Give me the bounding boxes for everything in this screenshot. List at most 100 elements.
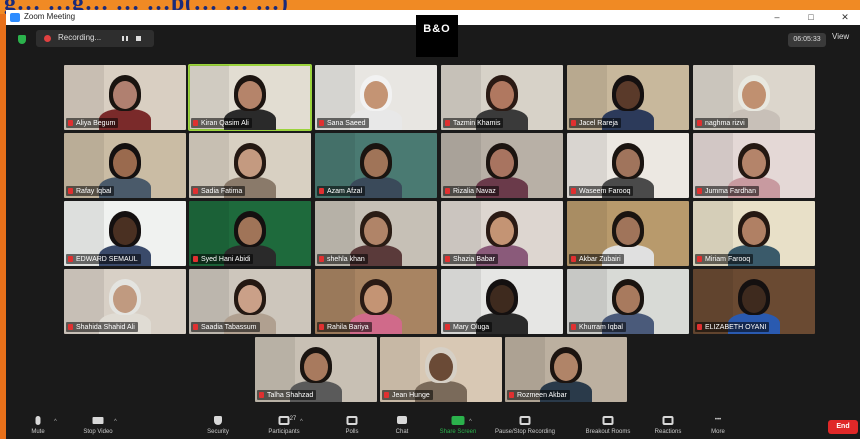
participant-tile[interactable]: Sana Saeed — [315, 65, 437, 130]
muted-mic-icon — [319, 324, 324, 330]
breakout-rooms-button[interactable]: Breakout Rooms — [576, 414, 640, 439]
participant-face — [616, 285, 640, 313]
muted-mic-icon — [697, 256, 702, 262]
participant-tile[interactable]: Kiran Qasim Ali — [188, 64, 312, 131]
participant-face — [490, 217, 514, 245]
muted-mic-icon — [697, 188, 702, 194]
microphone-icon — [35, 416, 41, 425]
microphone-button[interactable]: Mute — [16, 414, 60, 439]
participant-name: Saadia Tabassum — [201, 323, 257, 331]
more-button[interactable]: ••• More — [702, 414, 734, 439]
participant-face — [238, 217, 262, 245]
muted-mic-icon — [571, 324, 576, 330]
participant-tile[interactable]: Shazia Babar — [441, 201, 563, 266]
participant-face — [113, 285, 137, 313]
muted-mic-icon — [193, 188, 198, 194]
participant-tile[interactable]: Rafay Iqbal — [64, 133, 186, 198]
security-shield-icon[interactable] — [18, 35, 26, 44]
chevron-up-icon[interactable]: ^ — [469, 419, 472, 425]
participant-tile[interactable]: Waseem Farooq — [567, 133, 689, 198]
participant-nametag: Kiran Qasim Ali — [191, 118, 252, 128]
participant-nametag: Syed Hani Abidi — [191, 254, 254, 264]
participant-name: Jacel Rareja — [579, 119, 618, 127]
muted-mic-icon — [445, 324, 450, 330]
participant-tile[interactable]: Rizalia Navaz — [441, 133, 563, 198]
share-screen-icon — [451, 416, 465, 425]
participant-tile[interactable]: shehla khan — [315, 201, 437, 266]
participant-tile[interactable]: Talha Shahzad — [255, 337, 377, 402]
participant-tile[interactable]: Jumma Fardhan — [693, 133, 815, 198]
participant-tile[interactable]: Tazmin Khamis — [441, 65, 563, 130]
participant-tile[interactable]: Jacel Rareja — [567, 65, 689, 130]
chevron-up-icon[interactable]: ^ — [54, 419, 57, 425]
chevron-up-icon[interactable]: ^ — [300, 419, 303, 425]
end-meeting-button[interactable]: End — [828, 420, 858, 434]
participant-tile[interactable]: ELIZABETH OYANI — [693, 269, 815, 334]
polls-icon — [346, 416, 358, 425]
stop-recording-icon[interactable] — [136, 36, 141, 41]
participant-nametag: ELIZABETH OYANI — [695, 322, 770, 332]
polls-button[interactable]: Polls — [336, 414, 368, 439]
participant-tile[interactable]: EDWARD SEMAUL — [64, 201, 186, 266]
participant-name: Tazmin Khamis — [453, 119, 501, 127]
recording-indicator: Recording... — [36, 30, 154, 47]
recording-button[interactable]: Pause/Stop Recording — [488, 414, 562, 439]
participant-nametag: Aliya Begum — [66, 118, 119, 128]
participant-face — [490, 285, 514, 313]
participant-tile[interactable]: Rozmeen Akbar — [505, 337, 627, 402]
participant-face — [364, 285, 388, 313]
maximize-button[interactable]: □ — [800, 10, 822, 25]
muted-mic-icon — [384, 392, 389, 398]
participant-face — [616, 81, 640, 109]
chat-icon — [397, 416, 407, 424]
share-screen-button[interactable]: Share Screen — [430, 414, 486, 439]
pause-recording-icon[interactable] — [122, 36, 128, 41]
reactions-button[interactable]: Reactions — [645, 414, 691, 439]
participants-button[interactable]: 27 Participants — [256, 414, 312, 439]
participant-tile[interactable]: Aliya Begum — [64, 65, 186, 130]
view-button[interactable]: View — [832, 32, 849, 41]
shield-button[interactable]: Security — [196, 414, 240, 439]
participant-name: Sadia Fatima — [201, 187, 243, 195]
toolbar-label: Reactions — [654, 429, 682, 435]
minimize-button[interactable]: – — [766, 10, 788, 25]
participant-tile[interactable]: Khurram Iqbal — [567, 269, 689, 334]
close-button[interactable]: ✕ — [834, 10, 856, 25]
participant-tile[interactable]: Shahida Shahid Ali — [64, 269, 186, 334]
participant-face — [364, 149, 388, 177]
participant-name: Khurram Iqbal — [579, 323, 623, 331]
participant-tile[interactable]: Miriam Farooq — [693, 201, 815, 266]
participant-tile[interactable]: Azam Afzal — [315, 133, 437, 198]
participants-icon — [278, 416, 290, 425]
video-camera-button[interactable]: Stop Video — [73, 414, 123, 439]
participant-nametag: Shazia Babar — [443, 254, 499, 264]
participant-name: Rozmeen Akbar — [517, 391, 567, 399]
participant-name: Jean Hunge — [392, 391, 430, 399]
recording-dot-icon — [44, 35, 51, 42]
participant-name: Syed Hani Abidi — [201, 255, 251, 263]
participant-tile[interactable]: Sadia Fatima — [189, 133, 311, 198]
toolbar-label: Share Screen — [439, 429, 477, 435]
participant-tile[interactable]: Akbar Zubairi — [567, 201, 689, 266]
participant-tile[interactable]: Rahila Bariya — [315, 269, 437, 334]
toolbar-label: Pause/Stop Recording — [494, 429, 556, 435]
muted-mic-icon — [68, 256, 73, 262]
participant-nametag: Jean Hunge — [382, 390, 433, 400]
meeting-timer: 06:05:33 — [788, 33, 826, 47]
participant-name: Rahila Bariya — [327, 323, 369, 331]
muted-mic-icon — [68, 324, 73, 330]
participant-tile[interactable]: Saadia Tabassum — [189, 269, 311, 334]
participant-tile[interactable]: naghma rizvi — [693, 65, 815, 130]
chevron-up-icon[interactable]: ^ — [114, 419, 117, 425]
chat-button[interactable]: Chat — [386, 414, 418, 439]
participant-tile[interactable]: Mary Oluga — [441, 269, 563, 334]
participant-face — [742, 149, 766, 177]
participant-tile[interactable]: Jean Hunge — [380, 337, 502, 402]
participant-tile[interactable]: Syed Hani Abidi — [189, 201, 311, 266]
muted-mic-icon — [68, 188, 73, 194]
participant-nametag: Tazmin Khamis — [443, 118, 504, 128]
muted-mic-icon — [571, 120, 576, 126]
participant-face — [616, 149, 640, 177]
participant-face — [742, 285, 766, 313]
zoom-logo-icon — [10, 13, 20, 22]
